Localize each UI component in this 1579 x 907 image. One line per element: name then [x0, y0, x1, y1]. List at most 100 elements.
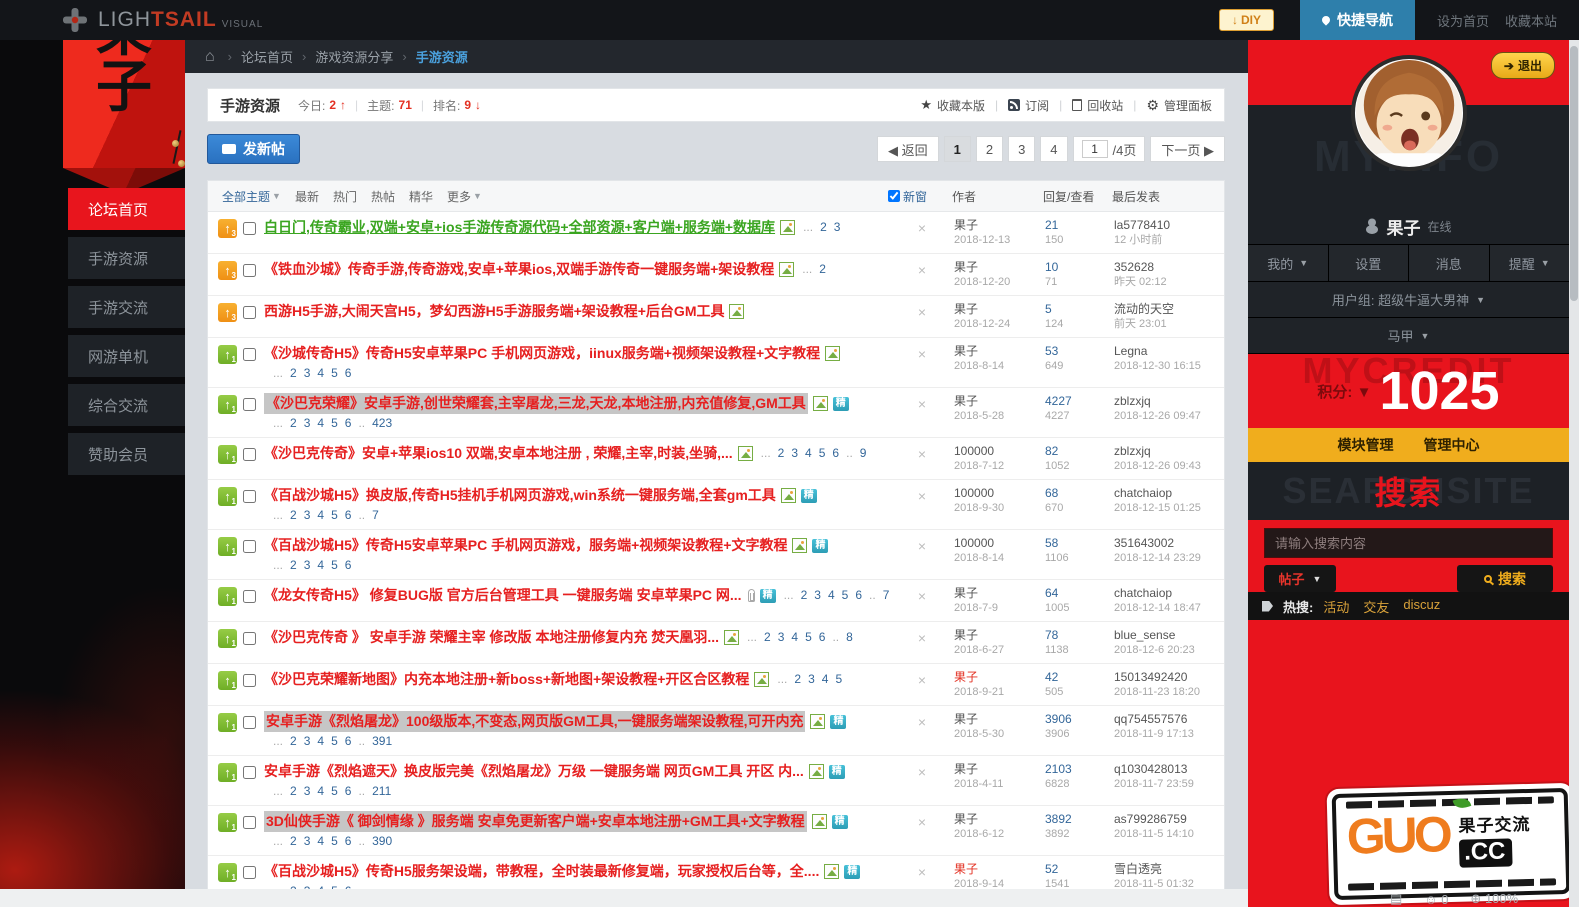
close-icon[interactable]: × — [908, 538, 936, 554]
thread-page-link[interactable]: 4 — [317, 733, 324, 750]
thread-author-link[interactable]: 100000 — [954, 536, 994, 550]
thread-page-link[interactable]: 4 — [317, 557, 324, 574]
thread-title-link[interactable]: 《沙巴克传奇 》 安卓手游 荣耀主宰 修改版 本地注册修复内充 焚天凰羽... — [264, 627, 719, 648]
thread-page-link[interactable]: 6 — [819, 627, 826, 648]
forum-action-trash[interactable]: 回收站 — [1072, 97, 1123, 114]
quick-nav-button[interactable]: 快捷导航 — [1300, 0, 1415, 40]
thread-replies-count[interactable]: 58 — [1045, 536, 1058, 550]
breadcrumb-item[interactable]: 游戏资源分享 — [315, 47, 393, 66]
forum-action-star[interactable]: ★收藏本版 — [920, 97, 985, 114]
thread-page-link[interactable]: 6 — [345, 365, 352, 382]
thread-checkbox[interactable] — [243, 222, 256, 235]
thread-page-link[interactable]: 3 — [808, 669, 815, 690]
thread-author-link[interactable]: 100000 — [954, 444, 994, 458]
thread-title-link[interactable]: 《百战沙城H5》传奇H5安卓苹果PC 手机网页游戏，服务端+视频架设教程+文字教… — [264, 535, 787, 556]
thread-author-link[interactable]: 果子 — [954, 260, 978, 274]
close-icon[interactable]: × — [908, 714, 936, 730]
thread-page-link[interactable]: 2 — [290, 415, 297, 432]
thread-page-link[interactable]: 2 — [819, 259, 826, 280]
thread-page-link[interactable]: 5 — [331, 783, 338, 800]
pagination-page-4[interactable]: 4 — [1040, 136, 1067, 162]
thread-page-link[interactable]: 5 — [331, 365, 338, 382]
comments-count[interactable]: ☺ 0 — [1424, 892, 1448, 907]
thread-title-link[interactable]: 《铁血沙城》传奇手游,传奇游戏,安卓+苹果ios,双端手游传奇一键服务端+架设教… — [264, 259, 774, 280]
thread-page-link[interactable]: 4 — [822, 669, 829, 690]
thread-author-link[interactable]: 果子 — [954, 812, 978, 826]
thread-page-link[interactable]: 5 — [835, 669, 842, 690]
pagination-page-2[interactable]: 2 — [976, 136, 1003, 162]
thread-checkbox[interactable] — [243, 632, 256, 645]
close-icon[interactable]: × — [908, 814, 936, 830]
close-icon[interactable]: × — [908, 864, 936, 880]
thread-page-link[interactable]: 5 — [805, 627, 812, 648]
lastpost-user-link[interactable]: as799286759 — [1114, 812, 1187, 826]
profile-menu-消息[interactable]: 消息 — [1409, 245, 1490, 281]
thread-author-link[interactable]: 果子 — [954, 302, 978, 316]
close-icon[interactable]: × — [908, 764, 936, 780]
thread-page-link[interactable]: 6 — [345, 783, 352, 800]
filter-link-热帖[interactable]: 热帖 — [371, 188, 395, 205]
thread-checkbox[interactable] — [243, 716, 256, 729]
username[interactable]: 果子 — [1386, 214, 1420, 239]
thread-checkbox[interactable] — [243, 490, 256, 503]
thread-page-link[interactable]: 4 — [317, 833, 324, 850]
thread-page-link[interactable]: 4 — [828, 585, 835, 606]
thread-page-link[interactable]: 3 — [814, 585, 821, 606]
lastpost-user-link[interactable]: qq754557576 — [1114, 712, 1187, 726]
thread-checkbox[interactable] — [243, 448, 256, 461]
close-icon[interactable]: × — [908, 630, 936, 646]
thread-page-link[interactable]: 2 — [820, 217, 827, 238]
sidebar-item-网游单机[interactable]: 网游单机 — [68, 335, 185, 377]
forum-action-rss[interactable]: 订阅 — [1008, 97, 1049, 114]
thread-title-link[interactable]: 《沙巴克荣耀》安卓手游,创世荣耀套,主宰屠龙,三龙,天龙,本地注册,内充值修复,… — [264, 393, 808, 414]
thread-replies-count[interactable]: 21 — [1045, 218, 1058, 232]
thread-replies-count[interactable]: 82 — [1045, 444, 1058, 458]
logout-button[interactable]: ➔退出 — [1491, 52, 1555, 79]
thread-page-link[interactable]: 3 — [304, 365, 311, 382]
thread-title-link[interactable]: 《百战沙城H5》换皮版,传奇H5挂机手机网页游戏,win系统一键服务端,全套gm… — [264, 485, 776, 506]
bookmark-site-link[interactable]: 收藏本站 — [1505, 11, 1557, 30]
thread-page-link[interactable]: 2 — [290, 833, 297, 850]
thread-page-link[interactable]: 3 — [304, 507, 311, 524]
thread-page-link[interactable]: 3 — [791, 443, 798, 464]
close-icon[interactable]: × — [908, 672, 936, 688]
browser-scrollbar[interactable] — [1569, 40, 1579, 907]
thread-checkbox[interactable] — [243, 540, 256, 553]
diy-button[interactable]: ↓DIY — [1219, 9, 1274, 31]
thread-checkbox[interactable] — [243, 590, 256, 603]
thread-title-link[interactable]: 《沙城传奇H5》传奇H5安卓苹果PC 手机网页游戏，iinux服务端+视频架设教… — [264, 343, 820, 364]
thread-page-link[interactable]: 6 — [345, 415, 352, 432]
thread-title-link[interactable]: 《百战沙城H5》传奇H5服务架设端，带教程，全时装最新修复端，玩家授权后台等，全… — [264, 861, 819, 882]
credit-label[interactable]: 积分: ▼ — [1317, 381, 1371, 402]
thread-page-link[interactable]: 3 — [304, 833, 311, 850]
thread-page-link[interactable]: 3 — [304, 783, 311, 800]
thread-page-link[interactable]: 2 — [290, 783, 297, 800]
thread-page-link[interactable]: 5 — [331, 507, 338, 524]
pagination-back-button[interactable]: ◀ 返回 — [877, 136, 939, 162]
thread-replies-count[interactable]: 4227 — [1045, 394, 1072, 408]
set-home-link[interactable]: 设为首页 — [1437, 11, 1489, 30]
thread-checkbox[interactable] — [243, 348, 256, 361]
filter-link-精华[interactable]: 精华 — [409, 188, 433, 205]
avatar[interactable] — [1351, 55, 1467, 171]
thread-checkbox[interactable] — [243, 766, 256, 779]
thread-page-link[interactable]: 5 — [842, 585, 849, 606]
module-admin-link[interactable]: 模块管理 — [1338, 435, 1394, 455]
lastpost-user-link[interactable]: zblzxjq — [1114, 394, 1151, 408]
thread-page-link[interactable]: 3 — [304, 415, 311, 432]
filter-link-最新[interactable]: 最新 — [295, 188, 319, 205]
thread-author-link[interactable]: 果子 — [954, 586, 978, 600]
home-icon[interactable]: ⌂ — [205, 48, 215, 66]
sidebar-item-手游资源[interactable]: 手游资源 — [68, 237, 185, 279]
close-icon[interactable]: × — [908, 446, 936, 462]
close-icon[interactable]: × — [908, 588, 936, 604]
breadcrumb-item[interactable]: 论坛首页 — [241, 47, 293, 66]
new-window-toggle[interactable]: 新窗 — [888, 188, 934, 205]
thread-author-link[interactable]: 果子 — [954, 218, 978, 232]
profile-menu-我的[interactable]: 我的▼ — [1248, 245, 1329, 281]
thread-replies-count[interactable]: 10 — [1045, 260, 1058, 274]
thread-page-link[interactable]: 4 — [791, 627, 798, 648]
pagination-page-3[interactable]: 3 — [1008, 136, 1035, 162]
thread-title-link[interactable]: 白日门,传奇霸业,双端+安卓+ios手游传奇源代码+全部资源+客户端+服务端+数… — [264, 217, 775, 238]
thread-replies-count[interactable]: 3892 — [1045, 812, 1072, 826]
